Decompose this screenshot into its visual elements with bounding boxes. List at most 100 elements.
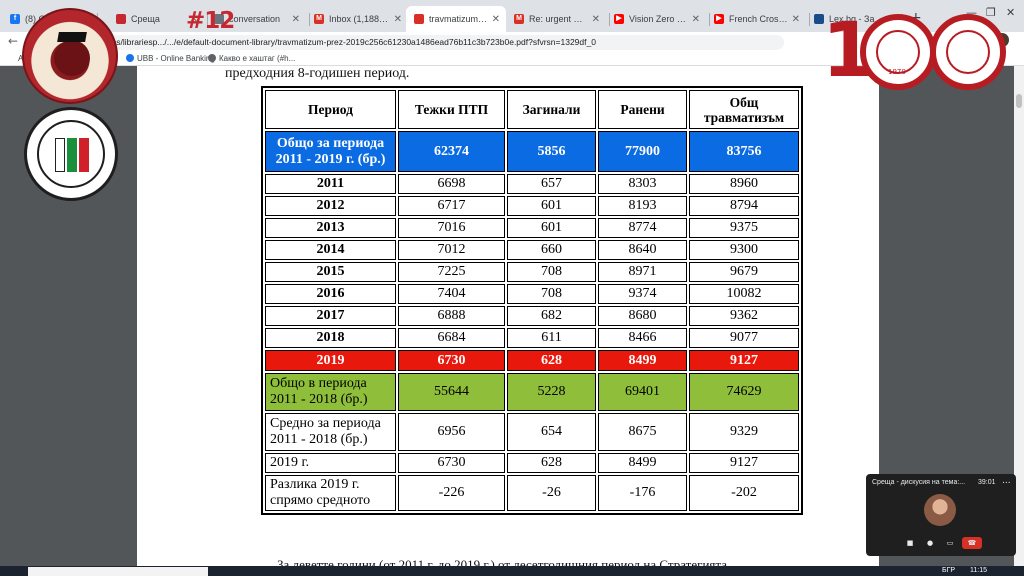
table-row-year: 2017 6888 682 8680 9362 [265, 306, 799, 326]
header-period: Период [265, 90, 396, 129]
tab-title: travmatizum-prez-2019 [429, 14, 488, 24]
founder-portrait-seal-icon [930, 14, 1006, 90]
table-cell: 8193 [598, 196, 687, 216]
microphone-icon[interactable]: ● [922, 537, 938, 549]
bookmark-hashtag[interactable]: Какво е хаштаг (#h... [208, 52, 295, 66]
input-language[interactable]: БГР [942, 566, 955, 576]
seal-year: 1970 [888, 68, 906, 76]
row-label: 2019 [265, 350, 396, 371]
anniversary-100-logo: 1 1970 [822, 8, 1012, 92]
scroll-thumb[interactable] [1016, 94, 1022, 108]
browser-tab[interactable]: M Inbox (1,188) - nastimi ✕ [306, 6, 408, 32]
video-call-window[interactable]: Среща - дискусия на тема:... 39:01 ... ■… [866, 474, 1016, 556]
table-cell: 9127 [689, 350, 799, 371]
table-row-year: 2015 7225 708 8971 9679 [265, 262, 799, 282]
row-label: Общо за периода 2011 - 2019 г. (бр.) [265, 131, 396, 172]
table-row-year: 2014 7012 660 8640 9300 [265, 240, 799, 260]
header-killed: Загинали [507, 90, 596, 129]
taskbar: БГР 11:15 [0, 566, 1024, 576]
flag-stripe-white [55, 138, 65, 172]
table-cell: 6888 [398, 306, 505, 326]
table-cell: 7225 [398, 262, 505, 282]
table-cell: 6698 [398, 174, 505, 194]
tab-title: Vision Zero - A Bold N [629, 14, 688, 24]
tab-title: conversation [229, 14, 281, 24]
table-cell: 8774 [598, 218, 687, 238]
bookmark-ubb[interactable]: UBB - Online Banking [126, 52, 215, 66]
close-tab-icon[interactable]: ✕ [592, 14, 600, 25]
camera-icon[interactable]: ■ [902, 537, 918, 549]
taskbar-search-input[interactable] [28, 567, 208, 576]
row-label: 2016 [265, 284, 396, 304]
table-cell: 9679 [689, 262, 799, 282]
tab-favicon-icon [116, 14, 126, 24]
table-cell: 601 [507, 196, 596, 216]
table-row-year-2019: 2019 6730 628 8499 9127 [265, 350, 799, 371]
table-cell: 9329 [689, 413, 799, 451]
browser-tab[interactable]: travmatizum-prez-2019 ✕ [406, 6, 506, 32]
table-cell: 8960 [689, 174, 799, 194]
table-cell: 6684 [398, 328, 505, 348]
close-tab-icon[interactable]: ✕ [292, 14, 300, 25]
table-row-year: 2018 6684 611 8466 9077 [265, 328, 799, 348]
table-cell: 9300 [689, 240, 799, 260]
system-clock[interactable]: 11:15 [970, 566, 987, 576]
tab-title: French Crosswalk Safet [729, 14, 788, 24]
statistics-table: Период Тежки ПТП Загинали Ранени Общ тра… [261, 86, 803, 515]
row-label: 2014 [265, 240, 396, 260]
row-label: 2019 г. [265, 453, 396, 473]
tab-title: Среща [131, 14, 160, 24]
table-row-year: 2016 7404 708 9374 10082 [265, 284, 799, 304]
table-cell: 628 [507, 350, 596, 371]
close-tab-icon[interactable]: ✕ [492, 14, 500, 25]
row-label: Общо в периода 2011 - 2018 (бр.) [265, 373, 396, 411]
header-total-trauma: Общ травматизъм [689, 90, 799, 129]
call-more-options-icon[interactable]: ... [1002, 476, 1011, 486]
table-cell: -202 [689, 475, 799, 511]
table-cell: 8640 [598, 240, 687, 260]
table-cell: 6730 [398, 350, 505, 371]
close-tab-icon[interactable]: ✕ [394, 14, 402, 25]
table-cell: 8303 [598, 174, 687, 194]
close-tab-icon[interactable]: ✕ [692, 14, 700, 25]
table-cell: 708 [507, 284, 596, 304]
browser-tab[interactable]: M Re: urgent matter invo ✕ [506, 6, 606, 32]
table-cell: 69401 [598, 373, 687, 411]
bookmark-label: UBB - Online Banking [137, 54, 215, 63]
table-cell: 5228 [507, 373, 596, 411]
table-cell: 7012 [398, 240, 505, 260]
graduation-cap-icon [57, 32, 87, 42]
row-label: 2012 [265, 196, 396, 216]
url-input[interactable]: cs/librariesp.../.../e/default-document-… [84, 35, 784, 50]
student-council-logo [22, 8, 118, 104]
call-timer: 39:01 [978, 479, 996, 486]
table-cell: 77900 [598, 131, 687, 172]
tab-favicon-icon: M [314, 14, 324, 24]
share-screen-icon[interactable]: ▭ [942, 537, 958, 549]
table-cell: -176 [598, 475, 687, 511]
flag-stripe-green [67, 138, 77, 172]
browser-tab[interactable]: ▶ French Crosswalk Safet ✕ [706, 6, 806, 32]
table-cell: 9077 [689, 328, 799, 348]
back-icon[interactable]: ← [8, 34, 18, 48]
header-injured: Ранени [598, 90, 687, 129]
tab-title: Re: urgent matter invo [529, 14, 588, 24]
table-cell: 6730 [398, 453, 505, 473]
table-cell: 601 [507, 218, 596, 238]
browser-tab[interactable]: ▶ Vision Zero - A Bold N ✕ [606, 6, 706, 32]
table-cell: 8675 [598, 413, 687, 451]
tab-favicon-icon: ▶ [614, 14, 624, 24]
table-cell: 8680 [598, 306, 687, 326]
row-label: Разлика 2019 г. спрямо средното [265, 475, 396, 511]
call-title: Среща - дискусия на тема:... [872, 479, 966, 486]
hang-up-button[interactable]: ☎ [962, 537, 982, 549]
globe-icon [208, 54, 216, 62]
table-cell: 8466 [598, 328, 687, 348]
close-tab-icon[interactable]: ✕ [792, 14, 800, 25]
doc-text-top: предходния 8-годишен период. [225, 66, 410, 81]
bank-icon [126, 54, 134, 62]
university-seal-icon: 1970 [860, 14, 936, 90]
table-row-average: Средно за периода 2011 - 2018 (бр.) 6956 6… [265, 413, 799, 451]
episode-hashtag: #12 [186, 8, 235, 34]
table-header-row: Период Тежки ПТП Загинали Ранени Общ тра… [265, 90, 799, 129]
